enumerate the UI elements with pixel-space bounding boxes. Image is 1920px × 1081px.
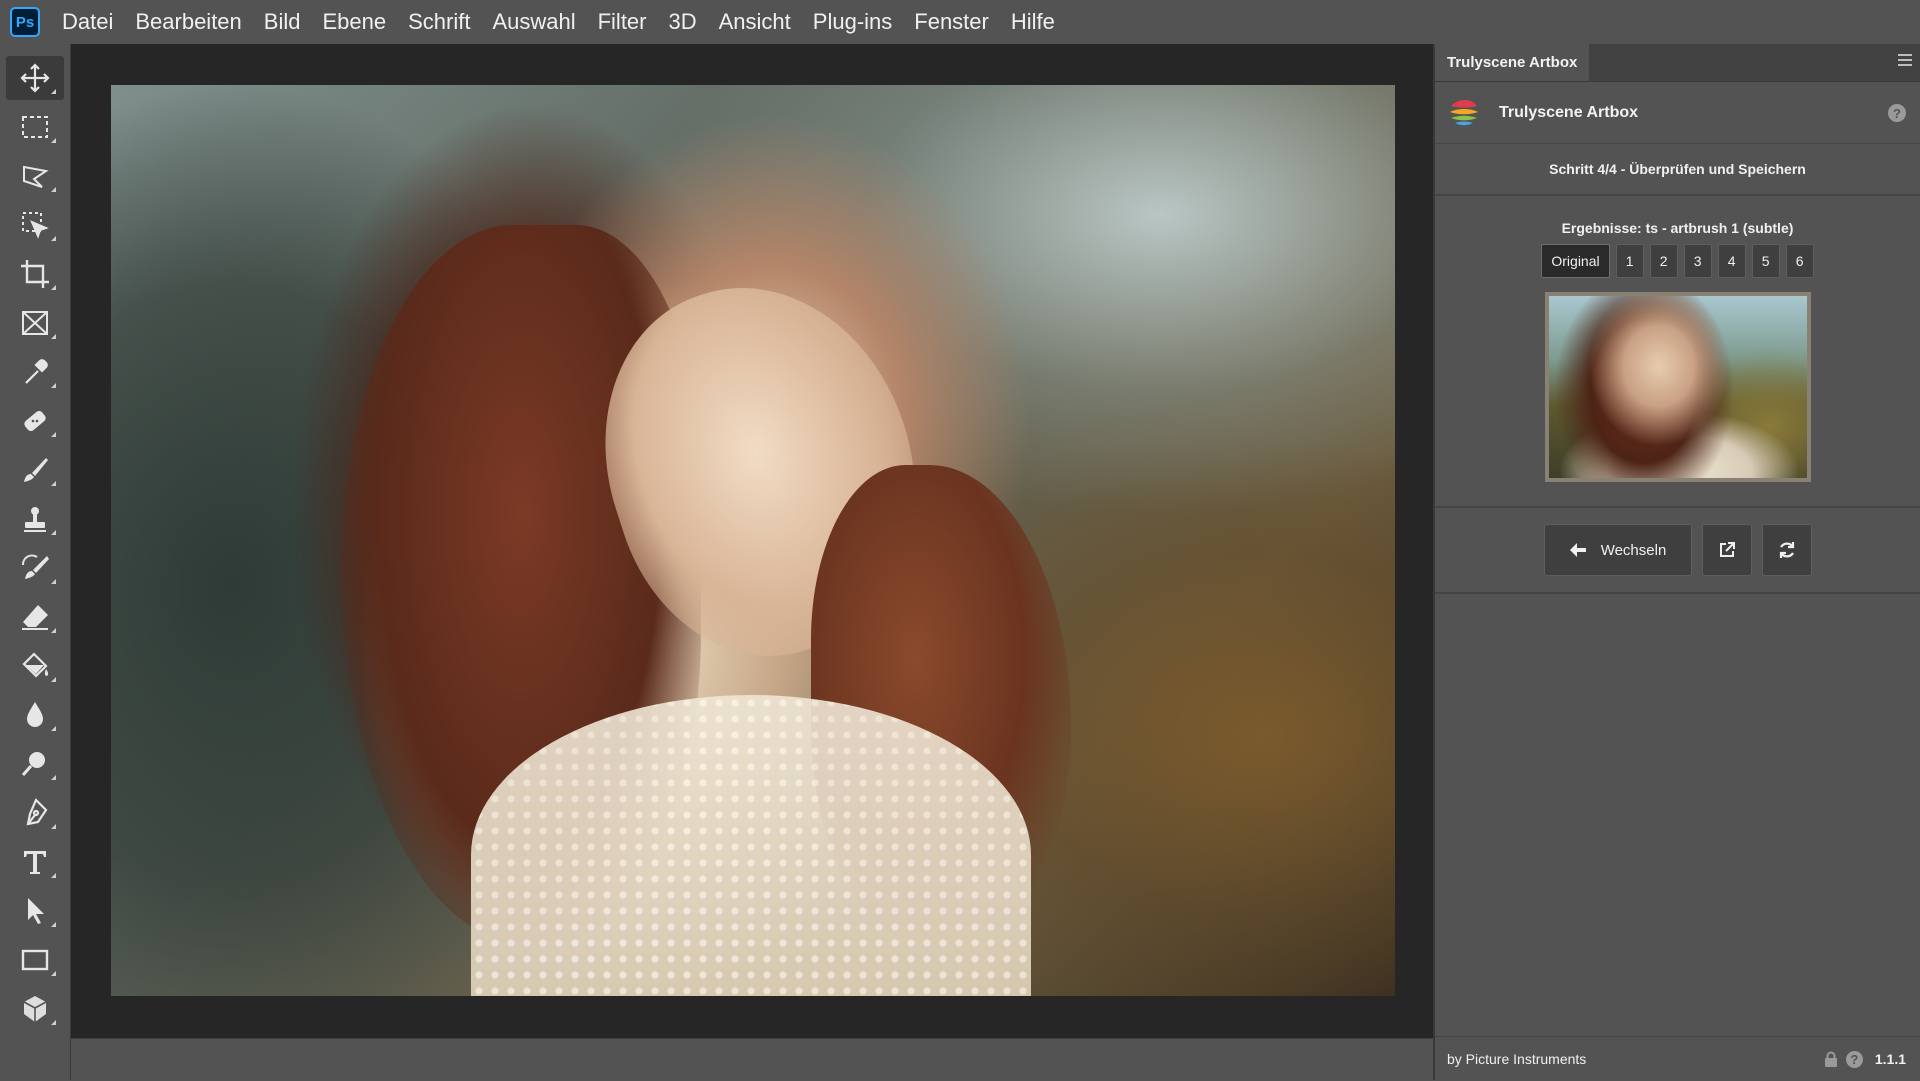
menu-hilfe[interactable]: Hilfe bbox=[1011, 9, 1055, 35]
dodge-tool-icon bbox=[21, 752, 45, 776]
switch-button-label: Wechseln bbox=[1600, 541, 1667, 559]
3d-object-tool[interactable] bbox=[6, 987, 64, 1031]
menu-filter[interactable]: Filter bbox=[598, 9, 647, 35]
original-preview-thumbnail[interactable] bbox=[1545, 292, 1811, 482]
step-indicator: Schritt 4/4 - Überprüfen und Speichern bbox=[1435, 144, 1920, 196]
type-tool[interactable] bbox=[6, 840, 64, 884]
trulyscene-artbox-panel: Trulyscene Artbox Trulyscene Artbox ? Sc… bbox=[1433, 44, 1920, 1080]
menu-datei[interactable]: Datei bbox=[62, 9, 113, 35]
eraser-tool[interactable] bbox=[6, 595, 64, 639]
credit-text: by Picture Instruments bbox=[1447, 1050, 1587, 1067]
type-tool-icon bbox=[24, 851, 46, 874]
artwork-image[interactable] bbox=[111, 85, 1395, 996]
menu-bild[interactable]: Bild bbox=[264, 9, 301, 35]
result-tab-5[interactable]: 5 bbox=[1751, 244, 1780, 278]
menu-ebene[interactable]: Ebene bbox=[322, 9, 386, 35]
refresh-icon bbox=[1779, 542, 1794, 558]
panel-footer: by Picture Instruments ? 1.1.1 bbox=[1435, 1036, 1920, 1080]
external-link-icon bbox=[1719, 542, 1735, 557]
footer-help-icon[interactable]: ? bbox=[1845, 1050, 1863, 1068]
menu-plug-ins[interactable]: Plug-ins bbox=[813, 9, 892, 35]
panel-tab-trulyscene-artbox[interactable]: Trulyscene Artbox bbox=[1435, 44, 1590, 81]
object-selection-tool-icon bbox=[22, 212, 49, 239]
menu-schrift[interactable]: Schrift bbox=[408, 9, 470, 35]
status-bar bbox=[71, 1038, 1433, 1080]
menu-fenster[interactable]: Fenster bbox=[914, 9, 989, 35]
lock-icon[interactable] bbox=[1824, 1051, 1838, 1067]
result-tab-3[interactable]: 3 bbox=[1683, 244, 1712, 278]
open-external-button[interactable] bbox=[1701, 524, 1752, 576]
clone-stamp-tool-icon bbox=[24, 507, 46, 532]
lasso-tool-icon bbox=[23, 165, 49, 188]
rectangle-tool[interactable] bbox=[6, 938, 64, 982]
menu-bearbeiten[interactable]: Bearbeiten bbox=[135, 9, 241, 35]
result-tab-6[interactable]: 6 bbox=[1785, 244, 1814, 278]
move-tool-icon bbox=[20, 63, 50, 93]
frame-tool[interactable] bbox=[6, 301, 64, 345]
healing-brush-tool-icon bbox=[24, 410, 46, 432]
clone-stamp-tool[interactable] bbox=[6, 497, 64, 541]
paint-bucket-tool[interactable] bbox=[6, 644, 64, 688]
pen-tool-icon bbox=[26, 798, 48, 826]
lasso-tool[interactable] bbox=[6, 154, 64, 198]
results-label: Ergebnisse: ts - artbrush 1 (subtle) bbox=[1561, 220, 1794, 236]
switch-button[interactable]: Wechseln bbox=[1543, 524, 1692, 576]
panel-menu-icon[interactable] bbox=[1898, 54, 1912, 68]
eyedropper-tool[interactable] bbox=[6, 350, 64, 394]
photoshop-logo[interactable]: Ps bbox=[10, 7, 40, 37]
result-tab-4[interactable]: 4 bbox=[1717, 244, 1746, 278]
action-row: Wechseln bbox=[1435, 508, 1920, 594]
brush-tool[interactable] bbox=[6, 448, 64, 492]
version-label: 1.1.1 bbox=[1874, 1051, 1906, 1067]
menu-bar: Ps Datei Bearbeiten Bild Ebene Schrift A… bbox=[0, 0, 1920, 44]
result-tab-2[interactable]: 2 bbox=[1649, 244, 1678, 278]
eraser-tool-icon bbox=[22, 605, 48, 630]
refresh-button[interactable] bbox=[1761, 524, 1812, 576]
tools-panel bbox=[0, 44, 71, 1080]
crop-tool[interactable] bbox=[6, 252, 64, 296]
crop-tool-icon bbox=[21, 260, 49, 288]
plugin-header: Trulyscene Artbox ? bbox=[1435, 82, 1920, 144]
result-tabs: Original 1 2 3 4 5 6 bbox=[1435, 244, 1920, 278]
path-selection-tool-icon bbox=[28, 898, 44, 924]
eyedropper-tool-icon bbox=[25, 359, 48, 384]
history-brush-tool-icon bbox=[22, 554, 49, 579]
move-tool[interactable] bbox=[6, 56, 64, 100]
healing-brush-tool[interactable] bbox=[6, 399, 64, 443]
trulyscene-logo-icon bbox=[1450, 99, 1478, 125]
result-tab-1[interactable]: 1 bbox=[1615, 244, 1644, 278]
blur-tool[interactable] bbox=[6, 693, 64, 737]
help-icon[interactable]: ? bbox=[1888, 104, 1906, 122]
plugin-title: Trulyscene Artbox bbox=[1499, 103, 1639, 121]
document-canvas-area[interactable] bbox=[71, 44, 1433, 1038]
object-selection-tool[interactable] bbox=[6, 203, 64, 247]
brush-tool-icon bbox=[24, 458, 48, 482]
3d-object-tool-icon bbox=[23, 996, 47, 1022]
menu-3d[interactable]: 3D bbox=[669, 9, 697, 35]
path-selection-tool[interactable] bbox=[6, 889, 64, 933]
results-section: Ergebnisse: ts - artbrush 1 (subtle) Ori… bbox=[1435, 196, 1920, 508]
rectangular-marquee-tool[interactable] bbox=[6, 105, 64, 149]
rectangular-marquee-tool-icon bbox=[22, 116, 48, 138]
panel-tab-bar: Trulyscene Artbox bbox=[1435, 44, 1920, 82]
frame-tool-icon bbox=[22, 311, 48, 335]
history-brush-tool[interactable] bbox=[6, 546, 64, 590]
menu-auswahl[interactable]: Auswahl bbox=[492, 9, 575, 35]
pen-tool[interactable] bbox=[6, 791, 64, 835]
rectangle-tool-icon bbox=[21, 949, 49, 971]
artwork-lace-shawl-shape bbox=[471, 695, 1031, 996]
result-tab-original[interactable]: Original bbox=[1541, 244, 1610, 278]
menu-ansicht[interactable]: Ansicht bbox=[719, 9, 791, 35]
arrow-left-icon bbox=[1569, 543, 1586, 557]
blur-tool-icon bbox=[27, 702, 43, 727]
paint-bucket-tool-icon bbox=[22, 652, 49, 678]
dodge-tool[interactable] bbox=[6, 742, 64, 786]
